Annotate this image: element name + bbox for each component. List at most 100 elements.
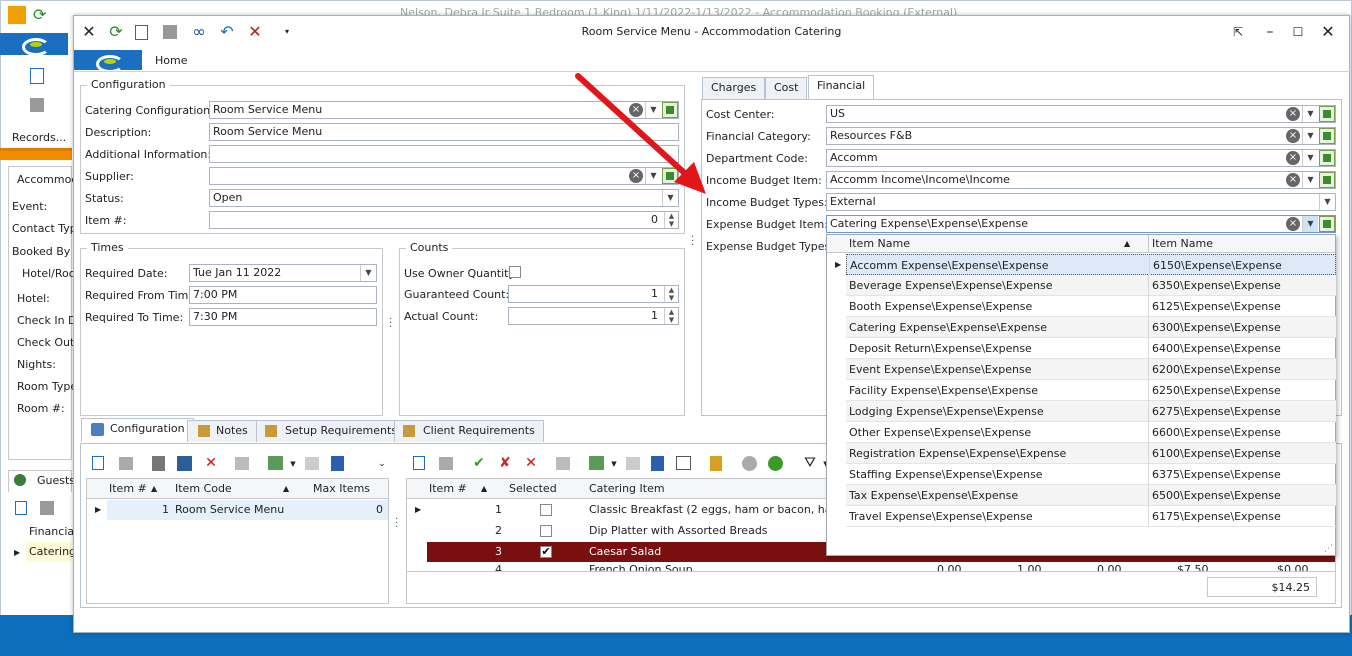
delete-icon[interactable]: ✕ — [203, 455, 219, 471]
close-button[interactable]: ✕ — [1319, 23, 1337, 41]
selected-checkbox[interactable] — [540, 504, 552, 516]
tab-financial[interactable]: Financial — [808, 75, 875, 99]
spin-buttons[interactable]: ▲ ▼ — [664, 308, 678, 324]
grid-lookup-icon[interactable] — [1319, 106, 1335, 122]
info-icon[interactable] — [331, 456, 344, 471]
grid-lookup-icon[interactable] — [1319, 172, 1335, 188]
move-up-icon[interactable] — [742, 456, 757, 471]
dropdown-option[interactable]: Tax Expense\Expense\Expense 6500\Expense\… — [846, 485, 1336, 506]
dropdown-option[interactable]: Registration Expense\Expense\Expense 6100… — [846, 443, 1336, 464]
delete-icon[interactable]: ✕ — [523, 455, 539, 471]
item-number-field[interactable]: 0 ▲ ▼ — [209, 211, 679, 229]
columns-icon[interactable] — [268, 456, 283, 470]
department-code-field[interactable]: Accomm × ▼ — [826, 149, 1336, 167]
dropdown-option[interactable]: Travel Expense\Expense\Expense 6175\Expen… — [846, 506, 1336, 527]
splitter-handle[interactable]: · · · — [395, 515, 398, 533]
check-icon[interactable]: ✔ — [471, 455, 487, 471]
col-item-number[interactable]: Item # — [429, 479, 467, 499]
catering-row[interactable]: Catering — [26, 542, 76, 562]
refresh-icon[interactable]: ⟳ — [33, 6, 51, 24]
clear-icon[interactable]: × — [1286, 107, 1300, 121]
copy-icon[interactable] — [30, 98, 44, 112]
selected-checkbox-checked[interactable]: ✔ — [540, 546, 552, 558]
splitter-handle[interactable]: · · · — [691, 233, 694, 251]
spin-buttons[interactable]: ▲ ▼ — [664, 212, 678, 228]
tab-client-requirements[interactable]: Client Requirements — [394, 420, 544, 442]
resize-grip-icon[interactable]: ⋰ — [1324, 544, 1333, 554]
selected-checkbox[interactable] — [540, 525, 552, 537]
clear-icon[interactable]: × — [1286, 151, 1300, 165]
list-icon[interactable] — [676, 456, 691, 470]
dropdown-option[interactable]: Beverage Expense\Expense\Expense 6350\Exp… — [846, 275, 1336, 296]
col-max-items[interactable]: Max Items — [313, 479, 370, 499]
dropdown-option[interactable]: Facility Expense\Expense\Expense 6250\Exp… — [846, 380, 1336, 401]
copy-guest-icon[interactable] — [40, 501, 54, 515]
grid-lookup-icon[interactable] — [1319, 128, 1335, 144]
dropdown-option[interactable]: Booth Expense\Expense\Expense 6125\Expens… — [846, 296, 1336, 317]
dropdown-option[interactable]: Event Expense\Expense\Expense 6200\Expens… — [846, 359, 1336, 380]
columns-dropdown-icon[interactable]: ▼ — [285, 456, 301, 472]
col-item-number[interactable]: Item # — [109, 479, 147, 499]
dropdown-option[interactable]: Catering Expense\Expense\Expense 6300\Exp… — [846, 317, 1336, 338]
move-icon[interactable] — [626, 457, 640, 470]
filter-icon[interactable]: ⛛ — [802, 455, 818, 471]
chevron-down-icon[interactable]: ▼ — [360, 265, 376, 281]
maximize-button[interactable]: ☐ — [1289, 23, 1307, 41]
table-row[interactable]: 1 Room Service Menu 0 — [107, 500, 388, 520]
financial-category-field[interactable]: Resources F&B × ▼ — [826, 127, 1336, 145]
chevron-down-icon[interactable]: ▼ — [1319, 194, 1335, 210]
info-icon[interactable] — [651, 456, 664, 471]
clear-icon[interactable]: × — [1286, 217, 1300, 231]
tab-cost[interactable]: Cost — [765, 77, 808, 99]
restore-top-icon[interactable]: ⇱ — [1229, 23, 1247, 41]
col-item-code[interactable]: Item Name — [1152, 235, 1213, 255]
actual-count-field[interactable]: 1 ▲ ▼ — [508, 307, 679, 325]
move-down-icon[interactable] — [768, 456, 783, 471]
cost-center-field[interactable]: US × ▼ — [826, 105, 1336, 123]
dropdown-option[interactable]: Deposit Return\Expense\Expense 6400\Expen… — [846, 338, 1336, 359]
splitter-handle[interactable]: · · · — [389, 315, 392, 333]
dropdown-option[interactable]: Accomm Expense\Expense\Expense 6150\Expen… — [846, 254, 1336, 276]
chevron-down-icon[interactable]: ▼ — [1302, 172, 1318, 188]
folder-icon[interactable] — [8, 6, 26, 24]
col-item-code[interactable]: Item Code — [175, 479, 232, 499]
chevron-down-icon[interactable]: ⌄ — [374, 456, 390, 472]
spin-buttons[interactable]: ▲ ▼ — [664, 286, 678, 302]
new-guest-icon[interactable] — [15, 501, 27, 515]
col-item-name[interactable]: Item Name — [849, 235, 910, 255]
print-icon[interactable] — [235, 457, 249, 470]
chevron-down-icon[interactable]: ▼ — [1302, 106, 1318, 122]
required-date-field[interactable]: Tue Jan 11 2022 ▼ — [189, 264, 377, 282]
income-budget-types-select[interactable]: External ▼ — [826, 193, 1336, 211]
income-budget-item-field[interactable]: Accomm Income\Income\Income × ▼ — [826, 171, 1336, 189]
columns-dropdown-icon[interactable]: ▼ — [606, 456, 622, 472]
tab-setup-requirements[interactable]: Setup Requirements — [256, 420, 406, 442]
dropdown-option[interactable]: Staffing Expense\Expense\Expense 6375\Exp… — [846, 464, 1336, 485]
dropdown-option[interactable]: Lodging Expense\Expense\Expense 6275\Expe… — [846, 401, 1336, 422]
expense-budget-item-field[interactable]: Catering Expense\Expense\Expense × ▼ — [826, 215, 1336, 233]
image-icon[interactable] — [177, 456, 192, 471]
grid-lookup-icon[interactable] — [1319, 216, 1335, 232]
minimize-button[interactable]: – — [1261, 23, 1279, 41]
columns-icon[interactable] — [589, 456, 604, 470]
clipboard-icon[interactable] — [710, 456, 722, 471]
move-icon[interactable] — [305, 457, 319, 470]
guaranteed-count-field[interactable]: 1 ▲ ▼ — [508, 285, 679, 303]
ribbon-tab-home[interactable]: Home — [155, 54, 187, 67]
copy-icon[interactable] — [119, 457, 133, 470]
clear-icon[interactable]: × — [1286, 129, 1300, 143]
clear-icon[interactable]: × — [1286, 173, 1300, 187]
chevron-down-icon[interactable]: ▼ — [1302, 150, 1318, 166]
calculator-icon[interactable] — [152, 456, 165, 471]
print-icon[interactable] — [556, 457, 570, 470]
new-icon[interactable] — [92, 456, 104, 470]
new-icon[interactable] — [30, 68, 44, 84]
chevron-down-icon[interactable]: ▼ — [1302, 128, 1318, 144]
col-catering-item[interactable]: Catering Item — [589, 479, 665, 499]
new-icon[interactable] — [413, 456, 425, 470]
records-label[interactable]: Records... — [12, 131, 66, 144]
grid-lookup-icon[interactable] — [1319, 150, 1335, 166]
use-owner-quantity-checkbox[interactable] — [509, 266, 521, 278]
required-from-field[interactable]: 7:00 PM — [189, 286, 377, 304]
required-to-field[interactable]: 7:30 PM — [189, 308, 377, 326]
